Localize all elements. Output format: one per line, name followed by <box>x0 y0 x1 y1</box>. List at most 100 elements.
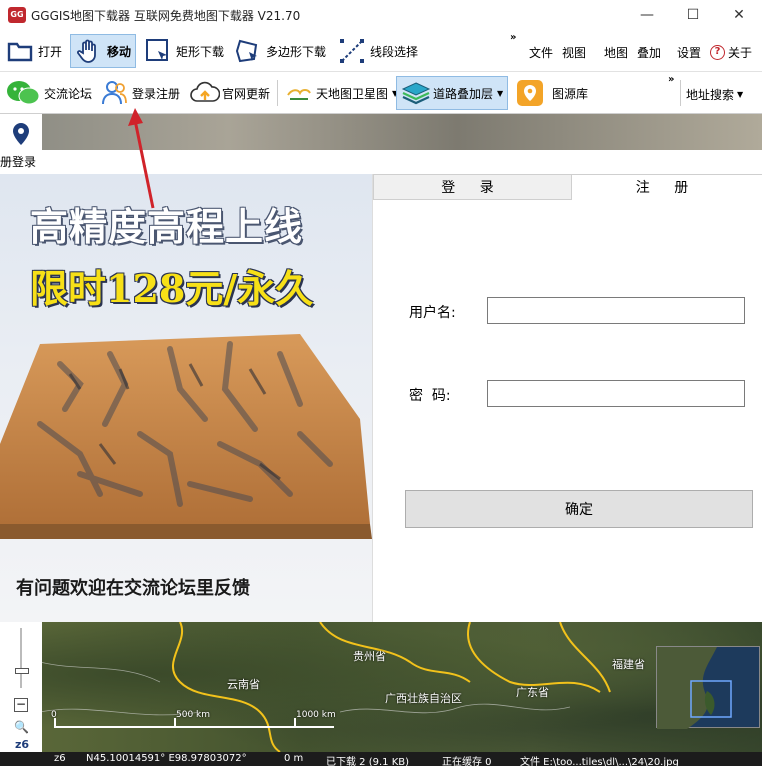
province-label-guizhou: 贵州省 <box>353 650 386 663</box>
dropdown-arrow-icon: ▼ <box>737 90 744 99</box>
status-downloaded: 已下载 2 (9.1 KB) <box>326 757 410 766</box>
update-label: 官网更新 <box>222 86 271 101</box>
segment-select-label: 线段选择 <box>370 44 419 59</box>
dropdown-arrow-icon: ▼ <box>497 88 504 98</box>
segment-select-button[interactable]: 线段选择 <box>334 34 422 68</box>
annotation-arrow <box>128 108 155 209</box>
dialog-title: 册登录 <box>0 155 37 169</box>
zoom-slider-handle[interactable] <box>15 668 29 674</box>
scale-label-1000: 1000 km <box>296 710 336 720</box>
toolbar-separator <box>277 80 278 106</box>
scale-bar <box>54 726 334 728</box>
minimize-button[interactable]: — <box>624 0 670 30</box>
scale-label-0: 0 <box>51 710 57 720</box>
polygon-download-label: 多边形下载 <box>266 44 327 59</box>
province-label-guangxi: 广西壮族自治区 <box>385 692 462 705</box>
province-label-yunnan: 云南省 <box>227 678 260 691</box>
title-bar: GG GGGIS地图下载器 互联网免费地图下载器 V21.70 — ☐ ✕ <box>0 0 762 30</box>
tab-login[interactable]: 登 录 <box>373 174 572 200</box>
layers-icon <box>401 79 431 107</box>
promo-banner: 高精度高程上线 限时128元/永久 有问题欢迎在交流论坛里反馈 <box>0 174 372 622</box>
move-label: 移动 <box>107 44 132 59</box>
window-title: GGGIS地图下载器 互联网免费地图下载器 V21.70 <box>31 9 301 23</box>
zoom-level-label: z6 <box>15 738 30 751</box>
province-label-fujian: 福建省 <box>612 658 645 671</box>
help-icon: ? <box>710 45 725 60</box>
tianditu-satellite-label: 天地图卫星图 <box>316 86 389 101</box>
secondary-toolbar: 交流论坛 登录注册 官网更新 天地图卫星图 ▼ 道路叠加层 ▼ 图源库 » 地 <box>0 72 762 114</box>
hand-icon <box>75 37 103 65</box>
rect-download-label: 矩形下载 <box>176 44 225 59</box>
cloud-upload-icon <box>190 79 221 107</box>
status-caching: 正在缓存 0 <box>442 757 492 766</box>
toolbar-separator <box>680 80 681 106</box>
zoom-control-panel: − 🔍 z6 <box>0 622 42 752</box>
folder-icon <box>6 37 34 65</box>
update-button[interactable]: 官网更新 <box>186 76 274 110</box>
menu-about[interactable]: ? 关于 <box>710 44 752 61</box>
tile-source-library-button[interactable]: 图源库 <box>512 76 592 110</box>
tianditu-logo-icon <box>286 79 312 107</box>
toolbar2-overflow-button[interactable]: » <box>668 74 674 85</box>
dialog-title-bar: 册登录 <box>0 150 762 174</box>
province-borders <box>40 622 611 752</box>
road-overlay-dropdown[interactable]: 道路叠加层 ▼ <box>396 76 509 110</box>
address-search-dropdown[interactable]: 地址搜索 ▼ <box>686 86 743 103</box>
status-file: 文件 E:\too...tiles\dl\...\24\20.jpg <box>520 757 679 766</box>
maximize-button[interactable]: ☐ <box>670 0 716 30</box>
confirm-button[interactable]: 确定 <box>405 490 753 528</box>
login-form-panel: 登 录 注 册 用户名: 密 码: 确定 <box>372 174 762 622</box>
rect-download-button[interactable]: 矩形下载 <box>140 34 228 68</box>
road-overlay-label: 道路叠加层 <box>433 86 494 101</box>
zoom-magnifier-icon[interactable]: 🔍 <box>14 720 29 734</box>
tab-register[interactable]: 注 册 <box>572 174 762 200</box>
app-logo: GG <box>8 7 26 23</box>
forum-label: 交流论坛 <box>44 86 93 101</box>
users-icon <box>100 79 128 107</box>
open-label: 打开 <box>38 44 63 59</box>
address-search-label: 地址搜索 <box>686 88 735 102</box>
wechat-icon <box>6 79 40 107</box>
map-pin-icon <box>516 79 544 107</box>
close-button[interactable]: ✕ <box>716 0 762 30</box>
polygon-download-button[interactable]: 多边形下载 <box>230 34 330 68</box>
segment-icon <box>338 37 366 65</box>
toolbar1-overflow-button[interactable]: » <box>510 32 516 43</box>
menu-view[interactable]: 视图 <box>562 44 586 61</box>
username-label: 用户名: <box>409 305 456 321</box>
scale-label-500: 500 km <box>176 710 211 720</box>
menu-about-label: 关于 <box>728 46 753 60</box>
password-label: 密 码: <box>409 388 451 404</box>
map-side-control <box>0 114 42 150</box>
status-scale: 0 m <box>284 753 304 764</box>
main-toolbar: 打开 移动 矩形下载 多边形下载 线段选择 » 文件 视图 地图 叠加 设置 ?… <box>0 30 762 72</box>
map-view-bottom[interactable]: 贵州省 云南省 广西壮族自治区 广东省 福建省 0 500 km 1000 km <box>0 622 762 752</box>
location-pin-icon[interactable] <box>11 122 31 149</box>
zoom-out-button[interactable]: − <box>14 698 28 712</box>
menu-overlay[interactable]: 叠加 <box>637 44 661 61</box>
open-button[interactable]: 打开 <box>2 34 66 68</box>
feedback-notice: 有问题欢迎在交流论坛里反馈 <box>16 578 250 599</box>
zoom-slider-track[interactable] <box>20 628 22 688</box>
promo-price: 限时128元/永久 <box>30 266 314 311</box>
password-input[interactable] <box>487 380 745 407</box>
overview-minimap[interactable] <box>656 646 760 729</box>
tianditu-satellite-dropdown[interactable]: 天地图卫星图 ▼ <box>282 76 402 110</box>
menu-map[interactable]: 地图 <box>604 44 628 61</box>
status-zoom: z6 <box>54 753 66 764</box>
map-view-top[interactable] <box>0 114 762 150</box>
forum-button[interactable]: 交流论坛 <box>2 76 96 110</box>
rect-select-icon <box>144 37 172 65</box>
menu-file[interactable]: 文件 <box>529 44 553 61</box>
tile-source-library-label: 图源库 <box>552 86 589 101</box>
promo-headline: 高精度高程上线 <box>30 204 304 249</box>
menu-settings[interactable]: 设置 <box>677 44 701 61</box>
polygon-icon <box>234 37 262 65</box>
move-button[interactable]: 移动 <box>70 34 137 68</box>
terrain-illustration <box>0 334 372 539</box>
username-input[interactable] <box>487 297 745 324</box>
status-bar: z6 N45.10014591° E98.97803072° 0 m 已下载 2… <box>0 752 762 766</box>
province-label-guangdong: 广东省 <box>516 686 549 699</box>
login-register-label: 登录注册 <box>132 86 181 101</box>
minimap-terrain <box>657 647 732 729</box>
